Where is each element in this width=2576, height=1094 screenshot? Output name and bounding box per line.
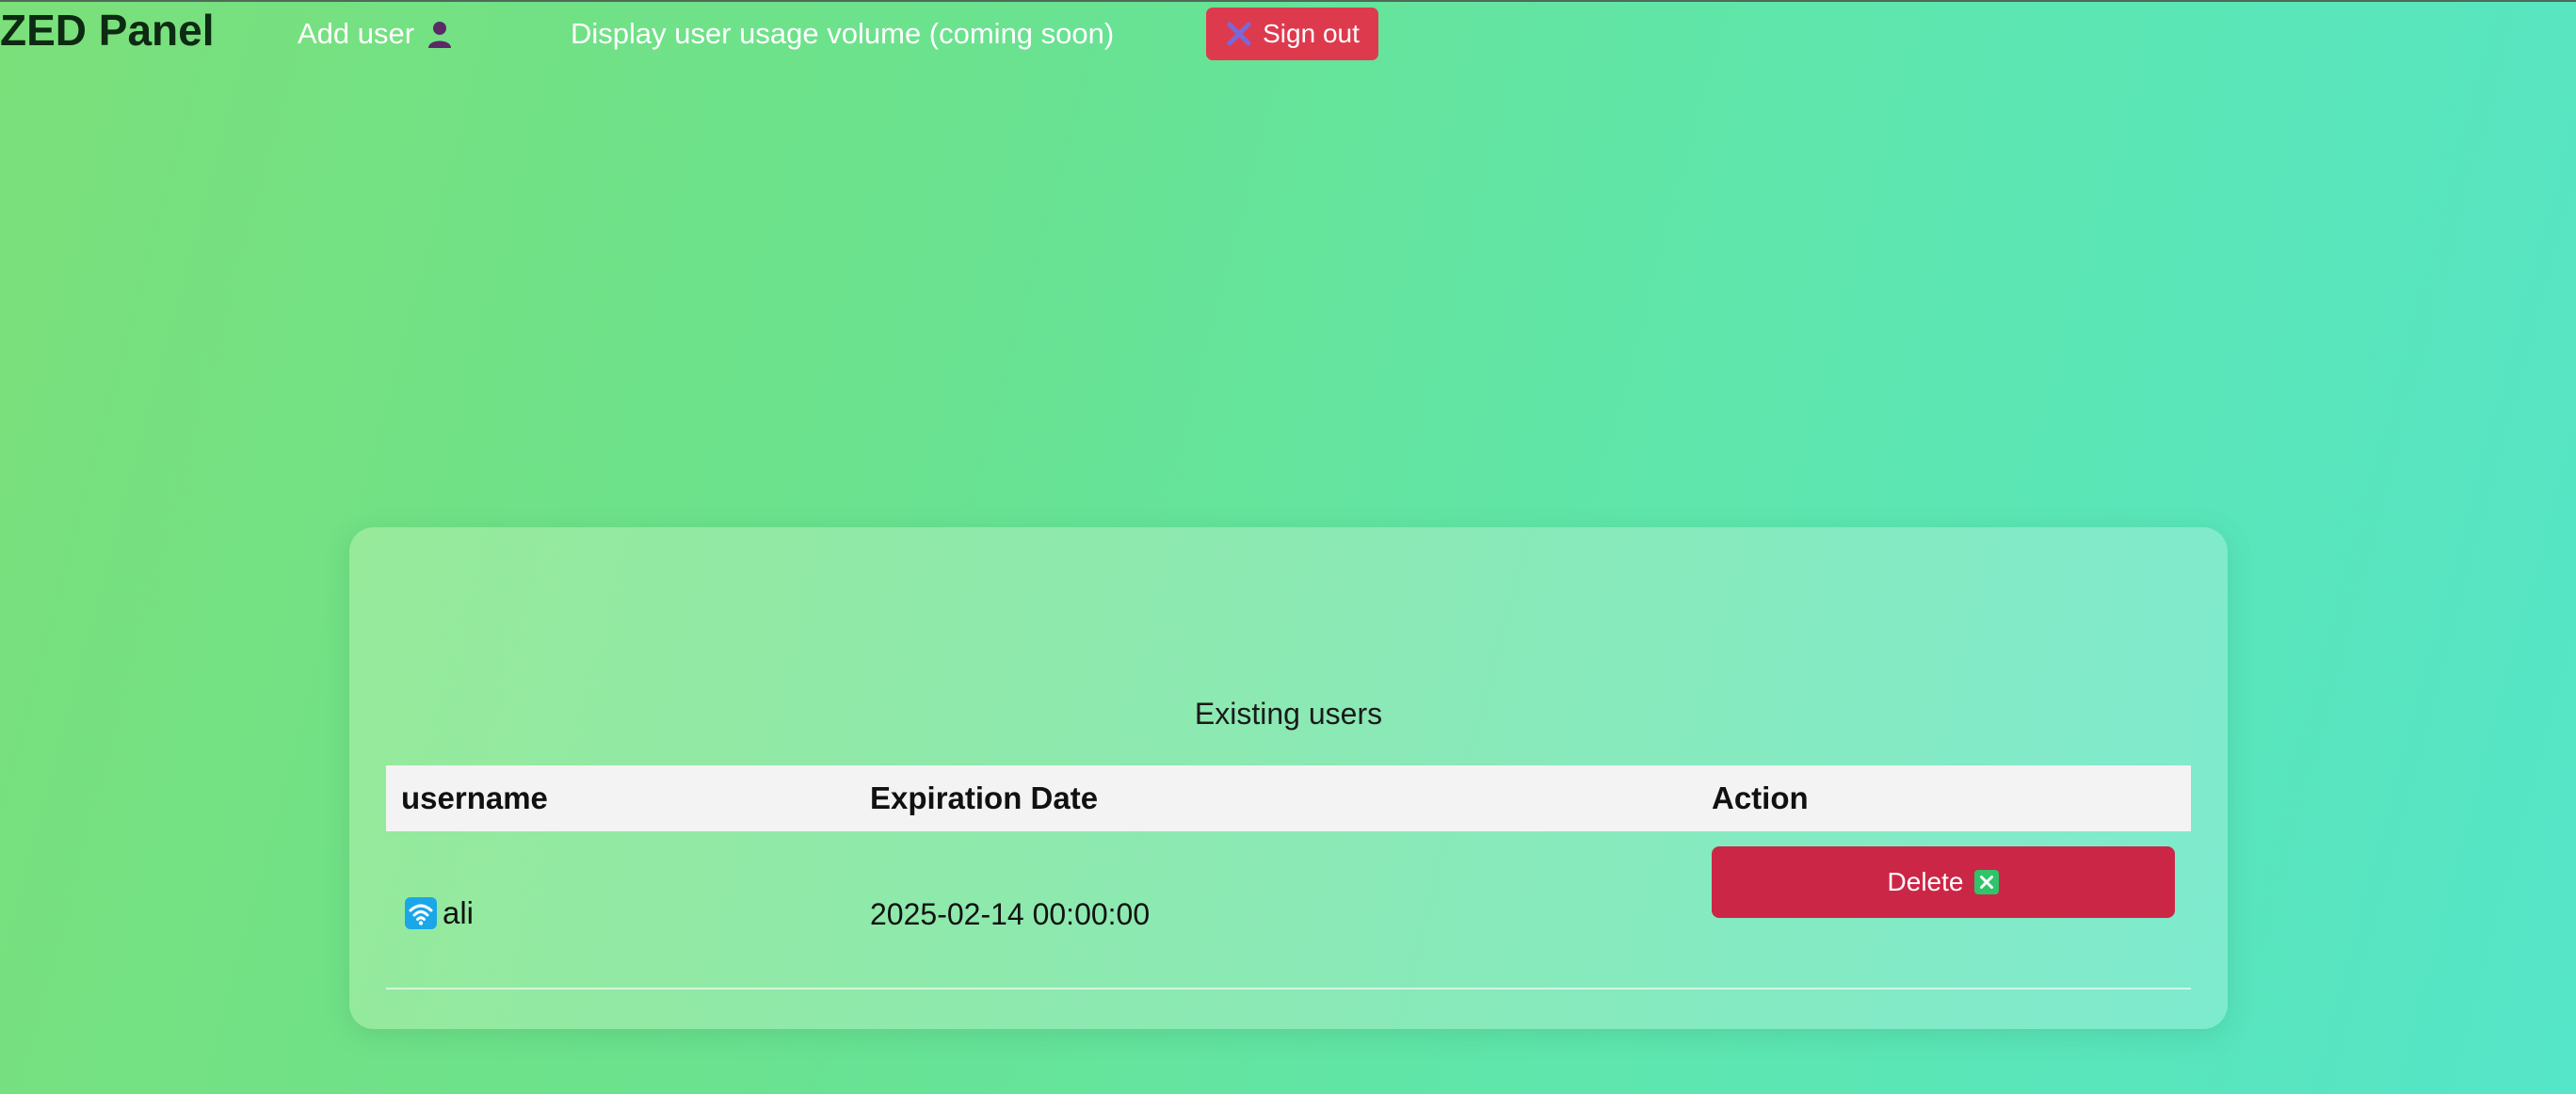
brand-title: ZED Panel xyxy=(0,6,215,55)
sign-out-button[interactable]: Sign out xyxy=(1206,8,1378,60)
add-user-link[interactable]: Add user xyxy=(298,15,454,53)
wifi-icon xyxy=(405,897,437,929)
top-navigation: ZED Panel Add user Display user usage vo… xyxy=(0,2,1506,66)
delete-label: Delete xyxy=(1887,867,1964,896)
usage-volume-link[interactable]: Display user usage volume (coming soon) xyxy=(571,15,1114,53)
table-row: ali 2025-02-14 00:00:00 Delete xyxy=(386,831,2191,989)
delete-user-button[interactable]: Delete xyxy=(1712,846,2175,918)
cross-mark-button-icon xyxy=(1974,870,2000,894)
column-header-expiration: Expiration Date xyxy=(870,780,1099,815)
username-value: ali xyxy=(443,895,475,930)
column-header-action: Action xyxy=(1712,780,1809,815)
cross-x-icon xyxy=(1225,20,1253,48)
table-header: username Expiration Date Action xyxy=(386,765,2191,831)
column-header-username: username xyxy=(401,780,548,815)
users-card: Existing users username Expiration Date … xyxy=(349,527,2228,1029)
username-cell: ali xyxy=(405,895,474,931)
expiration-date-value: 2025-02-14 00:00:00 xyxy=(870,897,1151,931)
user-silhouette-icon xyxy=(426,19,454,49)
usage-volume-label: Display user usage volume (coming soon) xyxy=(571,17,1115,50)
sign-out-label: Sign out xyxy=(1263,19,1360,48)
existing-users-heading: Existing users xyxy=(1194,697,1383,731)
add-user-label: Add user xyxy=(298,17,415,50)
